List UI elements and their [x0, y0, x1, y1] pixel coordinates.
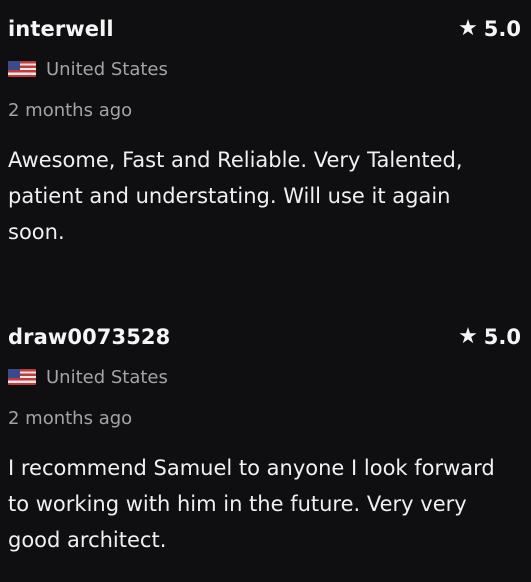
reviewer-username[interactable]: draw0073528: [8, 325, 170, 349]
review-rating: ★ 5.0: [458, 325, 521, 349]
review-text: Awesome, Fast and Reliable. Very Talente…: [8, 148, 463, 244]
review-rating: ★ 5.0: [458, 17, 521, 41]
us-flag-icon: [8, 369, 36, 385]
review-time: 2 months ago: [8, 408, 133, 429]
reviewer-country: United States: [8, 366, 521, 388]
country-name: United States: [46, 366, 168, 388]
review-card: interwell ★ 5.0 United States 2 months a…: [8, 14, 521, 250]
reviewer-username[interactable]: interwell: [8, 17, 114, 41]
star-icon: ★: [458, 324, 478, 349]
rating-value: 5.0: [483, 17, 521, 41]
review-header: interwell ★ 5.0: [8, 14, 521, 44]
star-icon: ★: [458, 16, 478, 41]
rating-value: 5.0: [483, 325, 521, 349]
review-text: I recommend Samuel to anyone I look forw…: [8, 456, 495, 552]
review-header: draw0073528 ★ 5.0: [8, 322, 521, 352]
country-name: United States: [46, 58, 168, 80]
reviewer-country: United States: [8, 58, 521, 80]
us-flag-icon: [8, 61, 36, 77]
review-card: draw0073528 ★ 5.0 United States 2 months…: [8, 322, 521, 558]
review-time: 2 months ago: [8, 100, 133, 121]
